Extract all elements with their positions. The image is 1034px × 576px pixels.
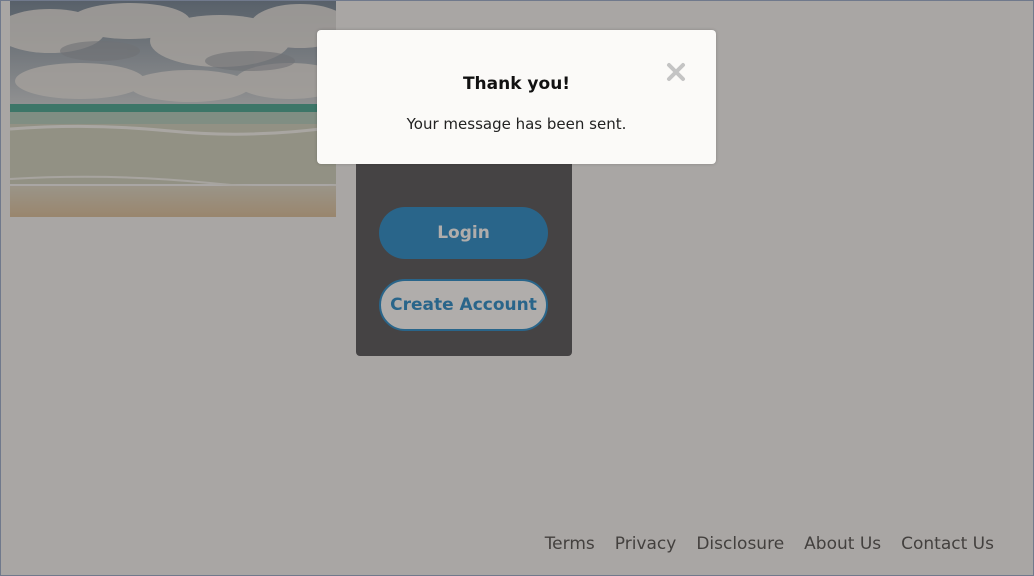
- modal-title: Thank you!: [462, 74, 571, 94]
- modal-message: Your message has been sent.: [406, 115, 627, 133]
- confirmation-modal: Thank you! Your message has been sent.: [317, 30, 716, 164]
